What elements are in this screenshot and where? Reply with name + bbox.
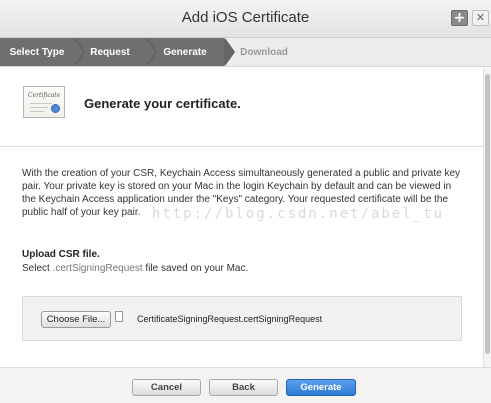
certificate-icon-caption: Certificate bbox=[28, 92, 61, 99]
choose-file-button[interactable]: Choose File... bbox=[41, 311, 111, 328]
upload-desc-suffix: file saved on your Mac. bbox=[142, 263, 249, 274]
step-generate: Generate bbox=[146, 38, 235, 66]
upload-desc-extension: .certSigningRequest bbox=[52, 263, 143, 274]
certificate-line bbox=[30, 107, 48, 108]
title-bar: Add iOS Certificate + ✕ bbox=[0, 0, 491, 38]
back-button[interactable]: Back bbox=[209, 379, 278, 396]
certificate-line bbox=[30, 111, 44, 112]
upload-title: Upload CSR file. bbox=[22, 249, 100, 260]
footer-bar: Cancel Back Generate bbox=[0, 367, 491, 403]
upload-description: Select .certSigningRequest file saved on… bbox=[22, 263, 248, 274]
certificate-line bbox=[30, 103, 52, 104]
scrollbar-thumb[interactable] bbox=[485, 74, 490, 354]
watermark-text: http://blog.csdn.net/abel_tu bbox=[152, 206, 445, 222]
selected-file-name: CertificateSigningRequest.certSigningReq… bbox=[137, 314, 323, 324]
upload-desc-prefix: Select bbox=[22, 263, 53, 274]
step-download: Download bbox=[240, 46, 288, 58]
add-ios-certificate-window: Add iOS Certificate + ✕ Select Type Requ… bbox=[0, 0, 491, 403]
add-icon[interactable]: + bbox=[451, 10, 468, 26]
document-icon bbox=[115, 311, 123, 322]
step-select-type: Select Type bbox=[0, 38, 85, 66]
step-progress-bar: Select Type Request Generate Download bbox=[0, 38, 491, 67]
file-upload-panel: Choose File... CertificateSigningRequest… bbox=[22, 296, 462, 341]
section-divider bbox=[0, 146, 491, 147]
vertical-scrollbar[interactable] bbox=[483, 68, 491, 367]
cancel-button[interactable]: Cancel bbox=[132, 379, 201, 396]
certificate-seal bbox=[51, 104, 60, 113]
page-heading: Generate your certificate. bbox=[84, 96, 241, 111]
window-title: Add iOS Certificate bbox=[181, 9, 310, 26]
certificate-icon: Certificate bbox=[23, 86, 65, 118]
generate-button[interactable]: Generate bbox=[286, 379, 356, 396]
close-icon[interactable]: ✕ bbox=[472, 10, 489, 26]
